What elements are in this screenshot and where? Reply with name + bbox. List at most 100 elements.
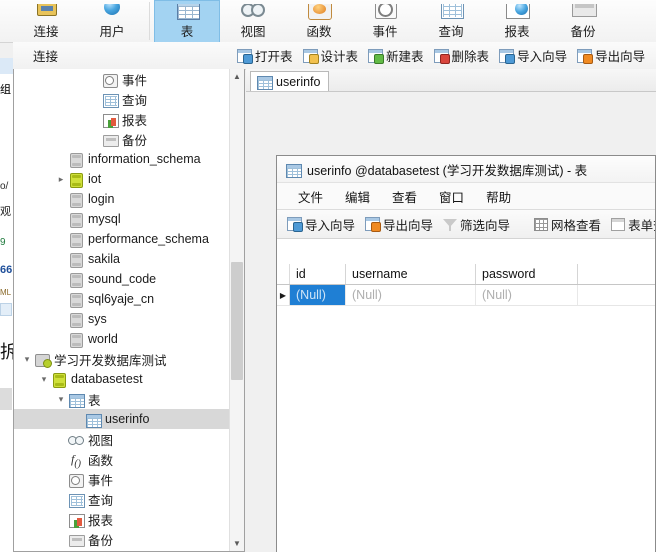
grid-view-button[interactable]: 网格查看 <box>530 213 605 236</box>
button-label: 删除表 <box>451 50 490 64</box>
button-label: 打开表 <box>255 50 293 64</box>
toolbar-item-backup[interactable]: 备份 <box>550 0 616 42</box>
toolbar-item-user[interactable]: 用户 <box>79 0 145 42</box>
tree-node-[interactable]: 事件 <box>14 469 230 489</box>
tree-node-[interactable]: 备份 <box>14 529 230 549</box>
menu-window[interactable]: 窗口 <box>428 185 475 208</box>
function-icon <box>304 4 334 24</box>
open-table-icon <box>237 48 253 64</box>
cell-username[interactable]: (Null) <box>346 285 476 305</box>
toolbar-item-query[interactable]: 查询 <box>418 0 484 42</box>
tree-node-performance_schema[interactable]: performance_schema <box>14 229 230 249</box>
child-filter-wizard-button[interactable]: 筛选向导 <box>439 213 514 236</box>
tree-node-[interactable]: ▾ 表 <box>14 389 230 409</box>
tree-node-[interactable]: 事件 <box>14 69 230 89</box>
new-table-button[interactable]: 新建表 <box>364 44 428 67</box>
menu-help[interactable]: 帮助 <box>475 185 522 208</box>
tree-node-databasetest[interactable]: ▾ databasetest <box>14 369 230 389</box>
tree-node-[interactable]: f() 函数 <box>14 449 230 469</box>
tree-node-[interactable]: 报表 <box>14 109 230 129</box>
tree-node-[interactable]: 查询 <box>14 89 230 109</box>
sliver-box <box>0 303 12 316</box>
toolbar-item-view[interactable]: 视图 <box>220 0 286 42</box>
user-icon <box>97 4 127 24</box>
grid-view-icon <box>534 217 549 231</box>
chevron-right-icon[interactable]: ▸ <box>54 169 68 189</box>
menu-view[interactable]: 查看 <box>381 185 428 208</box>
delete-table-button[interactable]: 删除表 <box>430 44 494 67</box>
tree-node-label: 事件 <box>122 73 148 88</box>
child-export-wizard-button[interactable]: 导出向导 <box>361 213 437 236</box>
tree-vertical-scrollbar[interactable]: ▲ ▼ <box>229 69 244 551</box>
database-icon <box>68 212 84 228</box>
toolbar-item-event[interactable]: 事件 <box>352 0 418 42</box>
tree-node-world[interactable]: world <box>14 329 230 349</box>
scroll-thumb[interactable] <box>231 262 243 380</box>
toolbar-item-report[interactable]: 报表 <box>484 0 550 42</box>
tree-node-mysql[interactable]: mysql <box>14 209 230 229</box>
button-label: 设计表 <box>320 50 359 64</box>
cell-id[interactable]: (Null) <box>290 285 346 305</box>
tree-node-[interactable]: 视图 <box>14 429 230 449</box>
tree-node-[interactable]: 查询 <box>14 489 230 509</box>
cell-password[interactable]: (Null) <box>476 285 578 305</box>
chevron-down-icon[interactable]: ▾ <box>37 369 51 389</box>
new-table-icon <box>368 48 385 64</box>
sliver-scroll-thumb[interactable] <box>0 388 12 410</box>
object-tree-list[interactable]: 事件 查询 报表 备份 information_schema ▸ iot login mysql… <box>14 69 230 551</box>
design-table-button[interactable]: 设计表 <box>299 44 363 67</box>
column-header-password[interactable]: password <box>476 264 578 284</box>
tree-node-sql6yaje_cn[interactable]: sql6yaje_cn <box>14 289 230 309</box>
tree-node-[interactable]: 备份 <box>14 129 230 149</box>
toolbar-item-connection[interactable]: 连接 <box>13 0 79 42</box>
form-view-icon <box>611 217 626 231</box>
toolbar-item-label: 事件 <box>372 25 398 39</box>
chevron-down-icon[interactable]: ▾ <box>54 389 68 409</box>
table-icon <box>172 4 202 24</box>
toolbar-item-table[interactable]: 表 <box>154 0 220 42</box>
backup-icon <box>568 4 598 24</box>
tree-node-label: iot <box>88 172 102 186</box>
query-icon <box>102 92 119 108</box>
tree-node-iot[interactable]: ▸ iot <box>14 169 230 189</box>
export-wizard-button[interactable]: 导出向导 <box>573 44 649 67</box>
view-icon <box>68 432 84 447</box>
filter-funnel-icon <box>443 218 458 231</box>
tree-node-[interactable]: ▾ 学习开发数据库测试 <box>14 349 230 369</box>
button-label: 表单查看 <box>628 218 655 233</box>
column-header-id[interactable]: id <box>290 264 346 284</box>
toolbar-item-function[interactable]: 函数 <box>286 0 352 42</box>
tree-node-label: 视图 <box>88 433 114 448</box>
sliver-fragment-d: 9 <box>0 237 6 248</box>
tree-node-information_schema[interactable]: information_schema <box>14 149 230 169</box>
tab-userinfo[interactable]: userinfo <box>250 71 330 91</box>
tree-node-sakila[interactable]: sakila <box>14 249 230 269</box>
tree-node-sound_code[interactable]: sound_code <box>14 269 230 289</box>
tree-node-sys[interactable]: sys <box>14 309 230 329</box>
query-icon <box>436 4 466 24</box>
tree-node-label: sql6yaje_cn <box>88 292 155 306</box>
scroll-up-arrow-icon[interactable]: ▲ <box>230 69 244 84</box>
tree-node-[interactable]: 报表 <box>14 509 230 529</box>
child-import-wizard-button[interactable]: 导入向导 <box>283 213 359 236</box>
button-label: 导出向导 <box>595 50 646 64</box>
import-wizard-button[interactable]: 导入向导 <box>495 44 571 67</box>
child-window-titlebar: userinfo @databasetest (学习开发数据库测试) - 表 <box>277 156 655 183</box>
chevron-down-icon[interactable]: ▾ <box>20 349 34 369</box>
import-wizard-icon <box>499 48 516 64</box>
main-toolbar: 连接 用户 表 视图 函数 事件 查询 报表 备份 <box>0 0 656 43</box>
open-table-button[interactable]: 打开表 <box>233 44 297 67</box>
tree-node-login[interactable]: login <box>14 189 230 209</box>
menu-edit[interactable]: 编辑 <box>334 185 381 208</box>
scroll-down-arrow-icon[interactable]: ▼ <box>230 536 244 551</box>
button-label: 导出向导 <box>383 218 434 233</box>
menu-file[interactable]: 文件 <box>287 185 334 208</box>
tree-node-userinfo[interactable]: userinfo <box>14 409 230 429</box>
column-header-username[interactable]: username <box>346 264 476 284</box>
tree-node-label: performance_schema <box>88 232 209 246</box>
child-window-title: userinfo @databasetest (学习开发数据库测试) - 表 <box>307 163 588 178</box>
import-wizard-icon <box>287 217 303 232</box>
table-row[interactable]: ▶ (Null) (Null) (Null) <box>277 285 655 306</box>
form-view-button[interactable]: 表单查看 <box>607 213 655 236</box>
tree-node-label: 函数 <box>88 453 114 468</box>
